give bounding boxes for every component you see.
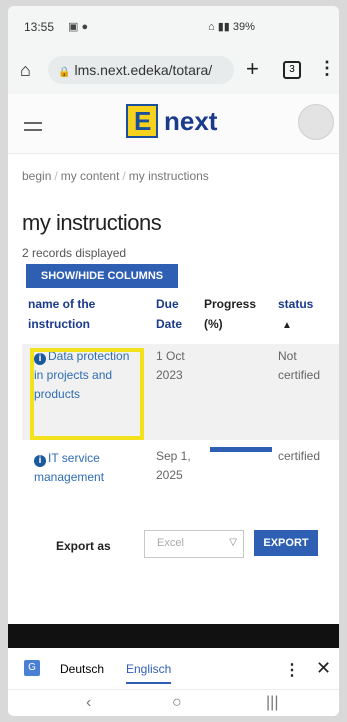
breadcrumb-my-instructions[interactable]: my instructions [129,169,209,183]
breadcrumb-begin[interactable]: begin [22,169,51,183]
chevron-down-icon: ▽ [229,537,237,548]
notification-icons: ▣ ● [68,21,89,33]
url-text: lms.next.edeka/totara/ [74,62,213,78]
info-icon[interactable]: i [34,455,46,467]
status-1: Not certified [278,349,321,382]
lock-icon: 🔒 [58,67,71,78]
col-header-progress: Progress (%) [204,297,257,331]
status-2: certified [278,449,321,463]
records-count: 2 records displayed [22,246,127,260]
status-time: 13:55 [24,20,55,34]
highlight-box [30,348,144,440]
user-avatar[interactable] [298,104,334,140]
tab-switcher-button[interactable]: 3 [283,61,301,79]
browser-menu-icon[interactable]: ⋮ [318,58,336,79]
address-bar[interactable]: 🔒 lms.next.edeka/totara/ [48,56,234,84]
close-icon[interactable]: ✕ [316,658,331,679]
site-header: E next [8,94,339,154]
progress-bar-2 [210,447,272,452]
show-hide-columns-button[interactable]: SHOW/HIDE COLUMNS [26,264,178,288]
export-button[interactable]: EXPORT [254,530,318,556]
breadcrumb-my-content[interactable]: my content [61,169,120,183]
due-date-1: 1 Oct 2023 [156,349,185,382]
lang-englisch[interactable]: Englisch [126,662,172,684]
sort-ascending-icon: ▲ [282,320,292,331]
new-tab-icon[interactable]: + [246,56,259,82]
recents-icon[interactable]: ||| [266,694,278,712]
col-header-name[interactable]: name of the instruction [28,294,148,334]
phone-screen: 13:55 ▣ ● ⌂ ▮▮ 39% ⌂ 🔒 lms.next.edeka/tot… [8,6,339,716]
edeka-next-logo[interactable]: E next [126,104,246,140]
col-header-due[interactable]: Due Date [156,294,190,334]
export-format-select[interactable]: Excel ▽ [144,530,244,558]
export-label: Export as [56,539,111,553]
back-icon[interactable]: ‹ [86,694,91,712]
page-footer [8,624,339,648]
google-translate-icon: G [24,660,40,676]
instruction-link-2[interactable]: i IT service management [34,449,134,487]
home-icon[interactable]: ⌂ [20,60,31,81]
status-bar: 13:55 ▣ ● ⌂ ▮▮ 39% [8,6,339,46]
hamburger-menu-icon[interactable] [24,122,42,136]
battery-percent: ⌂ ▮▮ 39% [208,21,255,33]
browser-toolbar: ⌂ 🔒 lms.next.edeka/totara/ + 3 ⋮ [8,46,339,94]
translate-bar: G Deutsch Englisch ⋮ ✕ [8,648,339,690]
lang-deutsch[interactable]: Deutsch [60,662,104,676]
col-header-status[interactable]: status ▲ [278,294,328,336]
due-date-2: Sep 1, 2025 [156,449,191,482]
translate-menu-icon[interactable]: ⋮ [284,660,300,680]
home-nav-icon[interactable]: ○ [172,694,182,712]
android-nav-bar: ‹ ○ ||| [8,690,339,716]
breadcrumb: begin / my content / my instructions [22,169,209,183]
page-title: my instructions [22,210,162,235]
